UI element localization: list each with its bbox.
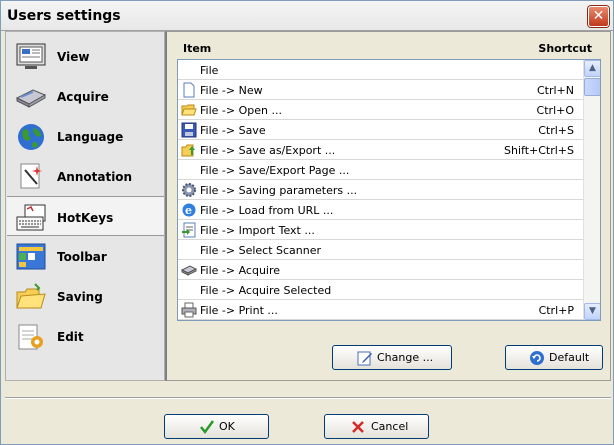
- chevron-up-icon: ▲: [589, 63, 596, 73]
- item-shortcut: Shift+Ctrl+S: [504, 144, 574, 157]
- ok-button[interactable]: OK: [164, 414, 269, 439]
- edit-icon: [357, 351, 372, 366]
- sidebar-item-label: Edit: [57, 330, 84, 344]
- item-label: File -> Print ...: [200, 304, 278, 317]
- default-button[interactable]: Default: [505, 345, 603, 370]
- sidebar-item-label: Toolbar: [57, 250, 107, 264]
- scanner-icon: [15, 89, 47, 108]
- sidebar-item-language[interactable]: Language: [7, 116, 164, 156]
- svg-text:e: e: [185, 204, 192, 217]
- item-label: File -> Import Text ...: [200, 224, 315, 237]
- item-label: File -> Save: [200, 124, 266, 137]
- sidebar-item-label: HotKeys: [57, 211, 114, 225]
- close-button[interactable]: ✕: [588, 6, 609, 27]
- scroll-up-button[interactable]: ▲: [584, 60, 600, 77]
- window-title: Users settings: [7, 8, 121, 24]
- sidebar-item-label: Saving: [57, 290, 103, 304]
- item-label: File -> Save/Export Page ...: [200, 164, 350, 177]
- list-item[interactable]: File -> Open ... Ctrl+O: [178, 100, 584, 120]
- close-icon: ✕: [592, 8, 605, 24]
- folder-save-icon: [16, 283, 46, 309]
- item-label: File -> Load from URL ...: [200, 204, 334, 217]
- hotkeys-panel: Item Shortcut File File -> New Ctrl+N Fi…: [165, 31, 611, 381]
- title-bar: Users settings ✕: [1, 1, 613, 31]
- keyboard-icon: [16, 204, 46, 231]
- item-label: File -> Saving parameters ...: [200, 184, 358, 197]
- list-item[interactable]: File -> Save as/Export ... Shift+Ctrl+S: [178, 140, 584, 160]
- sidebar-item-toolbar[interactable]: Toolbar: [7, 236, 164, 276]
- hotkeys-list: File File -> New Ctrl+N File -> Open ...…: [177, 59, 601, 321]
- magic-wand-icon: [20, 163, 42, 189]
- sidebar-item-label: Annotation: [57, 170, 133, 184]
- list-item[interactable]: File -> Acquire Selected: [178, 280, 584, 300]
- item-label: File -> Acquire Selected: [200, 284, 332, 297]
- settings-sidebar: View Acquire Language Annotation HotKeys…: [5, 31, 165, 381]
- undo-icon: [530, 351, 544, 365]
- import-text-icon: [182, 222, 196, 238]
- list-item[interactable]: File -> Acquire: [178, 260, 584, 280]
- item-label: File -> Save as/Export ...: [200, 144, 336, 157]
- list-scrollbar[interactable]: ▲ ▼: [583, 60, 600, 320]
- item-label: File: [200, 64, 219, 77]
- scroll-down-button[interactable]: ▼: [584, 303, 600, 320]
- sidebar-item-hotkeys[interactable]: HotKeys: [7, 196, 164, 236]
- browser-icon: e: [182, 203, 196, 217]
- item-label: File -> Select Scanner: [200, 244, 322, 257]
- sidebar-item-annotation[interactable]: Annotation: [7, 156, 164, 196]
- sidebar-item-acquire[interactable]: Acquire: [7, 76, 164, 116]
- gear-icon: [182, 183, 196, 197]
- list-item[interactable]: File -> Saving parameters ...: [178, 180, 584, 200]
- open-folder-icon: [181, 104, 197, 116]
- new-file-icon: [183, 82, 195, 98]
- list-item[interactable]: File -> Import Text ...: [178, 220, 584, 240]
- sidebar-item-label: View: [57, 50, 90, 64]
- sidebar-item-edit[interactable]: Edit: [7, 316, 164, 356]
- toolbar-icon: [16, 243, 46, 270]
- sidebar-item-label: Acquire: [57, 90, 109, 104]
- item-label: File -> Acquire: [200, 264, 281, 277]
- globe-icon: [18, 124, 44, 150]
- column-header-item: Item: [183, 42, 212, 55]
- cancel-button[interactable]: Cancel: [324, 414, 429, 439]
- checkmark-icon: [200, 420, 215, 435]
- monitor-icon: [16, 43, 46, 69]
- sidebar-item-view[interactable]: View: [7, 36, 164, 76]
- scroll-thumb[interactable]: [584, 78, 600, 96]
- printer-icon: [181, 302, 197, 318]
- change-button-label: Change ...: [377, 351, 434, 364]
- chevron-down-icon: ▼: [589, 306, 596, 316]
- notepad-edit-icon: [18, 324, 43, 350]
- list-item[interactable]: File -> Select Scanner: [178, 240, 584, 260]
- cancel-button-label: Cancel: [371, 420, 409, 433]
- default-button-label: Default: [549, 351, 590, 364]
- item-shortcut: Ctrl+O: [536, 104, 574, 117]
- column-header-shortcut: Shortcut: [538, 42, 592, 55]
- list-item[interactable]: File -> Print ... Ctrl+P: [178, 300, 584, 320]
- save-as-icon: [181, 144, 195, 157]
- item-label: File -> New: [200, 84, 263, 97]
- sidebar-item-saving[interactable]: Saving: [7, 276, 164, 316]
- list-item[interactable]: File -> New Ctrl+N: [178, 80, 584, 100]
- list-item[interactable]: e File -> Load from URL ...: [178, 200, 584, 220]
- item-shortcut: Ctrl+S: [538, 124, 574, 137]
- list-item[interactable]: File: [178, 60, 584, 80]
- item-shortcut: Ctrl+N: [536, 84, 574, 97]
- floppy-icon: [181, 122, 197, 138]
- item-label: File -> Open ...: [200, 104, 282, 117]
- change-button[interactable]: Change ...: [332, 345, 452, 370]
- item-shortcut: Ctrl+P: [538, 304, 574, 317]
- ok-button-label: OK: [219, 420, 235, 433]
- x-icon: [352, 421, 364, 433]
- list-item[interactable]: File -> Save/Export Page ...: [178, 160, 584, 180]
- sidebar-item-label: Language: [57, 130, 124, 144]
- list-item[interactable]: File -> Save Ctrl+S: [178, 120, 584, 140]
- scanner-icon: [181, 265, 197, 276]
- users-settings-window: Users settings ✕ View Acquire Language A…: [0, 0, 614, 445]
- separator: [5, 397, 611, 399]
